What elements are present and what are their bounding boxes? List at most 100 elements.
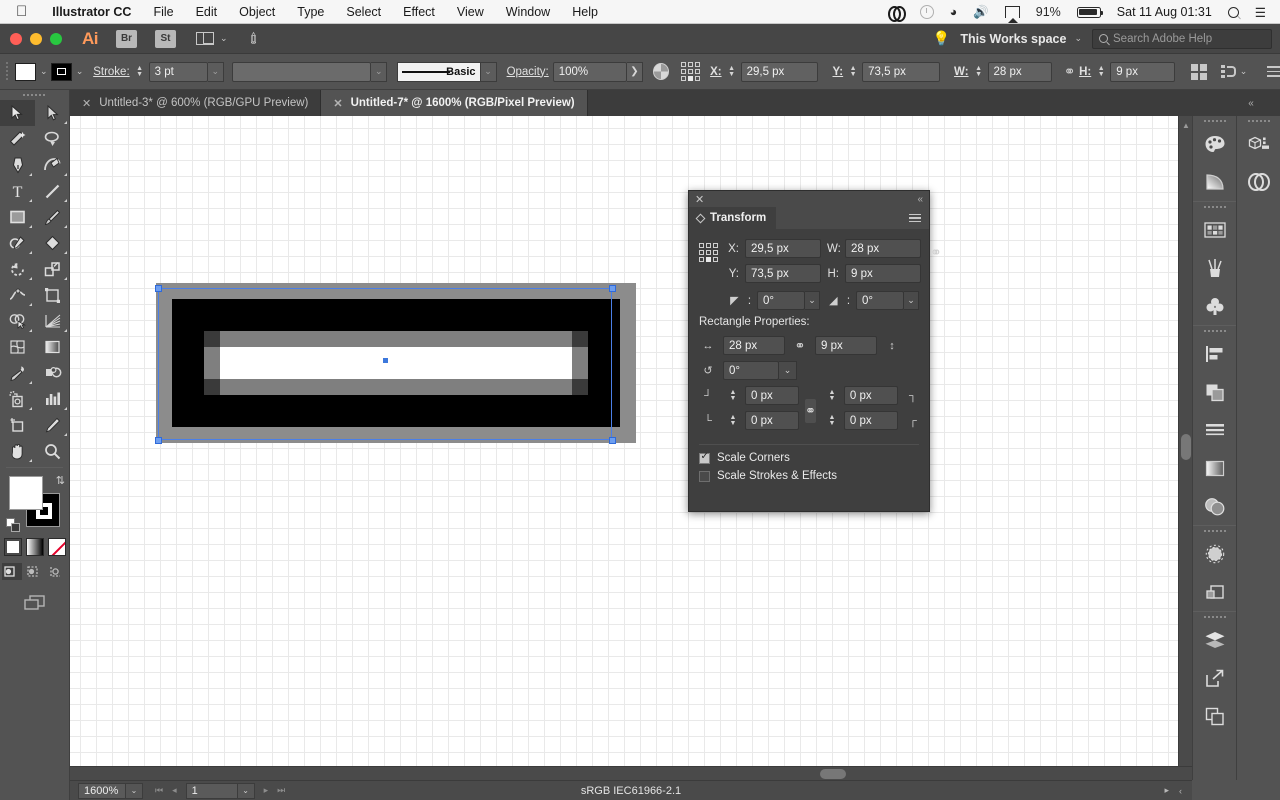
arrange-documents-button[interactable]: ⌄ bbox=[196, 32, 228, 45]
x-stepper[interactable]: ▲ ▼ bbox=[726, 65, 738, 78]
document-canvas[interactable] bbox=[70, 116, 1192, 780]
gradient2-panel-icon[interactable] bbox=[1193, 449, 1236, 487]
rect-height-input[interactable]: 9 px bbox=[815, 336, 877, 355]
workspace-switcher[interactable]: This Works space bbox=[952, 32, 1074, 46]
curvature-tool[interactable] bbox=[35, 152, 70, 178]
brush-definition-chevron[interactable]: ⌄ bbox=[480, 61, 497, 82]
fill-color-large-swatch[interactable] bbox=[9, 476, 43, 510]
draw-normal-icon[interactable] bbox=[1, 563, 22, 580]
menu-item-help[interactable]: Help bbox=[561, 0, 609, 24]
selection-handle-bottom-left[interactable] bbox=[155, 437, 162, 444]
opacity-input[interactable]: 100% bbox=[552, 61, 627, 82]
pen-tool[interactable] bbox=[0, 152, 35, 178]
document-tab-untitled-3[interactable]: ✕ Untitled-3* @ 600% (RGB/GPU Preview) bbox=[70, 90, 322, 116]
perspective-grid-tool[interactable] bbox=[35, 308, 70, 334]
menu-item-object[interactable]: Object bbox=[228, 0, 286, 24]
collapse-panel-icon[interactable]: « bbox=[917, 194, 923, 205]
stroke-weight-input[interactable]: 3 pt bbox=[148, 61, 208, 82]
symbols-panel-icon[interactable] bbox=[1193, 287, 1236, 325]
swap-fill-stroke-icon[interactable]: ⇅ bbox=[56, 474, 65, 487]
opacity-mask-icon[interactable] bbox=[652, 63, 670, 80]
menu-item-effect[interactable]: Effect bbox=[392, 0, 446, 24]
reference-point-selector[interactable] bbox=[681, 62, 701, 81]
magic-wand-tool[interactable] bbox=[0, 126, 35, 152]
change-screen-mode-button[interactable] bbox=[0, 594, 69, 612]
stroke-weight-stepper[interactable]: ▲ ▼ bbox=[134, 65, 146, 78]
panel-menu-icon[interactable] bbox=[909, 207, 929, 229]
color-panel-icon[interactable] bbox=[1193, 125, 1236, 163]
eyedropper-tool[interactable] bbox=[0, 360, 35, 386]
stroke-label[interactable]: Stroke: bbox=[93, 66, 129, 78]
spotlight-search-icon[interactable] bbox=[1220, 6, 1247, 18]
unlink-proportions-icon[interactable]: ⚭ bbox=[1060, 63, 1079, 80]
selection-handle-bottom-right[interactable] bbox=[609, 437, 616, 444]
close-tab-icon[interactable]: ✕ bbox=[333, 97, 342, 110]
dock-grip[interactable] bbox=[1193, 326, 1236, 335]
menu-item-type[interactable]: Type bbox=[286, 0, 335, 24]
free-transform-tool[interactable] bbox=[35, 282, 70, 308]
artboard-tool[interactable] bbox=[0, 412, 35, 438]
vertical-scrollbar-thumb[interactable] bbox=[1181, 434, 1191, 460]
shear-dropdown[interactable]: ⌄ bbox=[904, 291, 919, 310]
battery-icon[interactable] bbox=[1069, 6, 1109, 18]
corner-tr-input[interactable]: 0 px bbox=[843, 386, 898, 405]
menu-app-name[interactable]: Illustrator CC bbox=[41, 0, 142, 24]
shape-builder-tool[interactable] bbox=[0, 308, 35, 334]
none-icon[interactable] bbox=[47, 538, 66, 556]
hand-tool[interactable] bbox=[0, 438, 35, 464]
tab-transform[interactable]: Transform bbox=[689, 207, 777, 229]
notification-center-icon[interactable]: ☰ bbox=[1247, 5, 1274, 20]
artboards-panel-icon[interactable] bbox=[1193, 697, 1236, 735]
transform-panel-titlebar[interactable]: ✕ « bbox=[689, 191, 929, 207]
color-icon[interactable] bbox=[3, 538, 22, 556]
selection-handle-top-left[interactable] bbox=[155, 285, 162, 292]
unlink-rect-wh-icon[interactable]: ⚭ bbox=[791, 338, 809, 354]
angle-dropdown[interactable]: ⌄ bbox=[805, 291, 820, 310]
horizontal-scrollbar[interactable] bbox=[70, 766, 1192, 780]
dock-grip[interactable] bbox=[1237, 116, 1280, 125]
mesh-tool[interactable] bbox=[0, 334, 35, 360]
dock-grip[interactable] bbox=[1193, 526, 1236, 535]
x-input[interactable]: 29,5 px bbox=[745, 239, 821, 258]
corner-bl-stepper[interactable]: ▲ ▼ bbox=[727, 414, 739, 427]
asset-export-panel-icon[interactable] bbox=[1193, 659, 1236, 697]
creative-cloud-icon[interactable] bbox=[880, 4, 912, 22]
gradient-tool[interactable] bbox=[35, 334, 70, 360]
blend-tool[interactable] bbox=[35, 360, 70, 386]
align-icon[interactable] bbox=[1190, 63, 1207, 80]
rect-angle-input[interactable]: 0° bbox=[723, 361, 779, 380]
rotate-tool[interactable] bbox=[0, 256, 35, 282]
brush-definition-dropdown[interactable]: Basic bbox=[397, 61, 481, 82]
distribute-icon[interactable] bbox=[1220, 64, 1236, 79]
gradient-icon[interactable] bbox=[25, 538, 44, 556]
column-graph-tool[interactable] bbox=[35, 386, 70, 412]
cc-libraries-icon[interactable] bbox=[1237, 163, 1280, 201]
opacity-label[interactable]: Opacity: bbox=[507, 66, 549, 78]
unlink-wh-icon[interactable]: ⚭ bbox=[930, 244, 942, 261]
line-segment-tool[interactable] bbox=[35, 178, 70, 204]
menu-item-file[interactable]: File bbox=[142, 0, 184, 24]
corner-tr-stepper[interactable]: ▲ ▼ bbox=[826, 389, 838, 402]
dock-grip[interactable] bbox=[1193, 202, 1236, 211]
menu-item-window[interactable]: Window bbox=[495, 0, 561, 24]
scale-strokes-checkbox[interactable]: Scale Strokes & Effects bbox=[699, 470, 919, 482]
h-input[interactable]: 9 px bbox=[845, 264, 921, 283]
chevron-down-icon[interactable]: ⌄ bbox=[1236, 66, 1251, 77]
dock-grip[interactable] bbox=[1193, 116, 1236, 125]
eraser-tool[interactable] bbox=[35, 230, 70, 256]
x-input[interactable]: 29,5 px bbox=[740, 61, 819, 82]
tools-panel-grip[interactable] bbox=[0, 90, 69, 100]
opacity-flyout-button[interactable]: ❯ bbox=[626, 61, 643, 82]
close-window-button[interactable] bbox=[10, 32, 22, 45]
zoom-tool[interactable] bbox=[35, 438, 70, 464]
swatches-panel-icon[interactable] bbox=[1193, 211, 1236, 249]
scroll-up-icon[interactable]: ▲ bbox=[1179, 118, 1193, 132]
stroke-color-swatch[interactable] bbox=[51, 62, 73, 81]
close-panel-icon[interactable]: ✕ bbox=[695, 193, 704, 206]
rectangle-tool[interactable] bbox=[0, 204, 35, 230]
scale-corners-checkbox[interactable]: Scale Corners bbox=[699, 451, 919, 464]
corner-br-stepper[interactable]: ▲ ▼ bbox=[826, 414, 838, 427]
menu-item-view[interactable]: View bbox=[446, 0, 495, 24]
w-input[interactable]: 28 px bbox=[987, 61, 1053, 82]
maximize-window-button[interactable] bbox=[50, 32, 62, 45]
